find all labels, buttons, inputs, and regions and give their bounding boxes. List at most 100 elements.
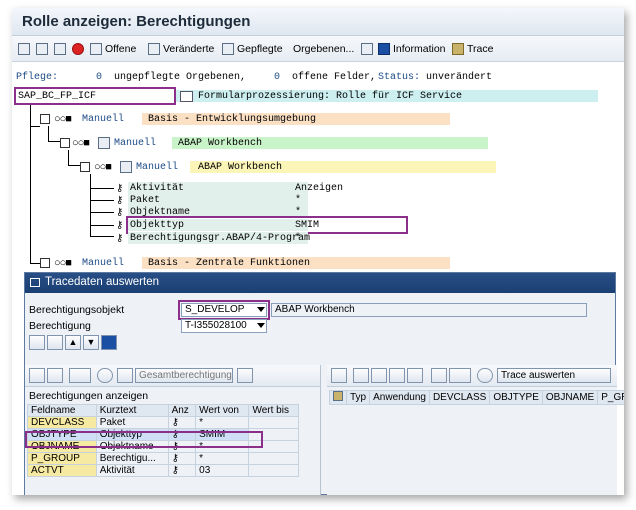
table-row[interactable]: ACTVT Aktivität ⚷ 03 [27,464,299,477]
col-header[interactable]: Typ [345,390,371,405]
tree-connector [90,174,91,236]
cell-field: P_GROUP [27,452,97,465]
display-icon[interactable]: ⚷ [172,453,179,464]
cell-field: ACTVT [27,464,97,477]
org-levels-button[interactable]: Orgebenen... [293,41,354,57]
maintained-label: Gepflegte [237,43,283,55]
col-header[interactable]: Kurztext [95,404,169,417]
open-count: 0 [274,72,281,83]
trace-button[interactable]: Trace [452,41,493,57]
window-title: Rolle anzeigen: Berechtigungen [22,13,251,30]
cell-text: Aktivität [95,464,169,477]
node-type: Manuell [82,114,125,125]
cell-to [248,452,299,465]
folder-icon[interactable] [80,162,90,172]
dialog-title: Tracedaten auswerten [45,276,160,288]
find-icon[interactable] [47,335,63,350]
tree-connector [90,188,114,189]
delete-icon[interactable] [117,368,133,383]
col-header[interactable]: Feldname [27,404,97,417]
col-header[interactable]: Anwendung [369,390,430,405]
col-header[interactable]: OBJNAME [541,390,599,405]
authorizations-panel: Gesamtberechtigung Berechtigungen anzeig… [25,365,321,495]
expand-icon[interactable] [18,43,30,55]
left-panel-toolbar: Gesamtberechtigung [25,365,320,387]
trace-panel: Trace auswerten Typ Anwendung DEVCLASS O… [327,365,624,495]
open-icon [90,43,102,55]
auth-field[interactable]: T-I355028100 [181,319,267,333]
evaluate-trace-button[interactable]: Trace auswerten [497,368,611,383]
open-button[interactable]: Offene [90,41,136,57]
layout-icon[interactable] [431,368,447,383]
col-header[interactable]: P_GROUP [597,390,624,405]
window-icon [30,278,40,287]
auth-value: T-I355028100 [185,320,247,331]
node-desc: Basis - Entwicklungsumgebung [148,114,317,125]
col-header[interactable]: Anz [167,404,197,417]
sap-window: Rolle anzeigen: Berechtigungen Offene Ve… [12,8,624,495]
sort-icon[interactable] [407,368,423,383]
tree-connector [90,200,114,201]
filter-icon[interactable] [371,368,387,383]
folder-icon[interactable] [40,114,50,124]
changed-button[interactable]: Veränderte [148,41,214,57]
information-button[interactable]: Information [378,41,446,57]
find-icon[interactable] [331,368,347,383]
collapse-icon[interactable] [36,43,48,55]
table-row[interactable]: DEVCLASS Paket ⚷ * [27,416,299,429]
node-desc: Basis - Zentrale Funktionen [148,258,311,269]
save-icon[interactable] [29,335,45,350]
print-icon[interactable] [353,368,369,383]
traffic-light-icon: ○○■ [72,137,90,149]
pflege-label: Pflege: [16,72,59,83]
filter-icon[interactable] [47,368,63,383]
grid-icon[interactable] [361,43,373,55]
table-header: Feldname Kurztext Anz Wert von Wert bis [27,404,299,417]
auth-object-desc: ABAP Workbench [275,304,355,315]
total-authorization-button[interactable]: Gesamtberechtigung [135,368,233,383]
folder-icon[interactable] [40,258,50,268]
export-icon[interactable] [69,368,91,383]
cell-to [248,464,299,477]
cell-to [248,416,299,429]
col-header[interactable]: DEVCLASS [428,390,491,405]
details-icon[interactable] [389,368,405,383]
field-value: Anzeigen [295,183,344,194]
left-panel-title: Berechtigungen anzeigen [29,390,149,402]
root-icon [180,91,193,102]
color-icon[interactable] [477,368,493,383]
folder-icon[interactable] [60,138,70,148]
up-icon[interactable]: ▲ [65,335,81,350]
display-icon[interactable]: ⚷ [172,465,179,476]
node-desc: ABAP Workbench [198,162,283,173]
display-icon[interactable]: ⚷ [172,417,179,428]
status-line: Pflege: 0 ungepflegte Orgebenen, 0 offen… [12,72,624,86]
maintained-button[interactable]: Gepflegte [222,41,283,57]
changed-icon [148,43,160,55]
info-icon[interactable] [101,335,117,350]
down-icon[interactable]: ▼ [83,335,99,350]
status-value: unverändert [426,72,493,83]
edit-icon[interactable] [237,368,253,383]
col-header[interactable]: Wert von [195,404,250,417]
col-header-select[interactable] [329,390,347,405]
auth-object-label: Berechtigungsobjekt [29,304,125,316]
copy-icon[interactable] [54,43,66,55]
node-type: Manuell [82,258,125,269]
traffic-light-icon: ○○■ [54,257,72,269]
col-header[interactable]: OBJTYPE [489,390,543,405]
unmaintained-count: 0 [96,72,103,83]
dialog-title-bar: Tracedaten auswerten [25,273,615,293]
stop-icon[interactable] [72,43,84,55]
tree-connector [30,105,31,263]
root-highlight [14,87,176,105]
table-row[interactable]: P_GROUP Berechtigu... ⚷ * [27,452,299,465]
export-icon[interactable] [449,368,471,383]
field-icon: ⚷ [116,208,124,219]
root-desc: Formularprozessierung: Rolle für ICF Ser… [198,91,463,102]
trace-dialog: Tracedaten auswerten Berechtigungsobjekt… [24,272,624,495]
details-icon[interactable] [29,368,45,383]
tree-connector [48,141,60,142]
color-icon[interactable] [97,368,113,383]
col-header[interactable]: Wert bis [248,404,299,417]
